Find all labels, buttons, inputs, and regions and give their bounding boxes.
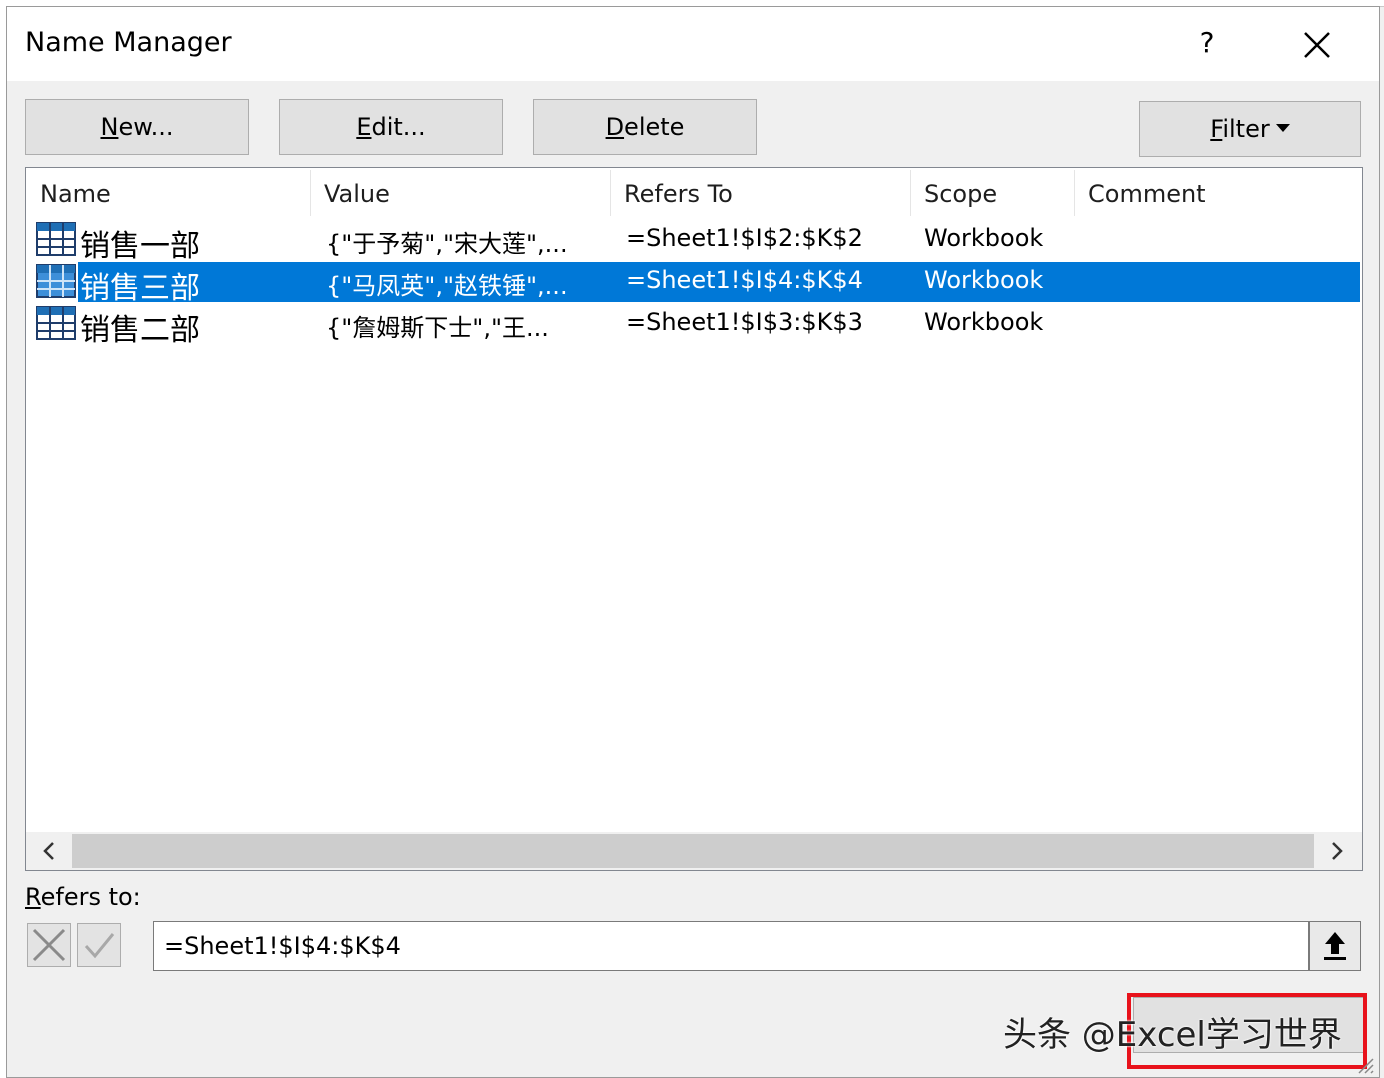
name-manager-dialog: Name Manager ? New... Edit... Delete Fil… xyxy=(6,6,1380,1078)
new-label: ew... xyxy=(118,113,174,141)
row-name: 销售三部 xyxy=(80,271,200,306)
edit-label: dit... xyxy=(371,113,426,141)
column-divider[interactable] xyxy=(610,170,611,216)
new-button[interactable]: New... xyxy=(25,99,249,155)
row-name: 销售二部 xyxy=(80,313,200,348)
table-name-icon xyxy=(36,264,76,298)
upload-arrow-icon xyxy=(1324,932,1346,960)
resize-grip-icon[interactable] xyxy=(1355,1055,1375,1075)
row-refers-to: =Sheet1!$I$3:$K$3 xyxy=(626,308,863,336)
row-name: 销售一部 xyxy=(80,229,200,264)
row-value: {"于予菊","宋大莲",... xyxy=(326,230,568,258)
refers-to-input[interactable]: =Sheet1!$I$4:$K$4 xyxy=(153,921,1309,971)
edit-mnemonic: E xyxy=(356,113,372,141)
row-value: {"詹姆斯下士","王... xyxy=(326,314,549,342)
column-header-refers-to[interactable]: Refers To xyxy=(624,180,733,208)
collapse-dialog-button[interactable] xyxy=(1309,921,1361,971)
column-divider[interactable] xyxy=(910,170,911,216)
filter-mnemonic: F xyxy=(1210,115,1223,143)
list-header: Name Value Refers To Scope Comment xyxy=(26,168,1362,218)
filter-label: ilter xyxy=(1222,115,1270,143)
scroll-right-icon[interactable] xyxy=(1322,836,1352,866)
scrollbar-thumb[interactable] xyxy=(72,834,1314,868)
table-row-selected[interactable]: 销售三部 {"马凤英","赵铁锤",... =Sheet1!$I$4:$K$4 … xyxy=(26,262,1360,306)
row-scope: Workbook xyxy=(924,308,1044,336)
table-name-icon xyxy=(36,306,76,340)
row-value: {"马凤英","赵铁锤",... xyxy=(326,272,568,300)
cancel-edit-button[interactable] xyxy=(27,923,71,967)
close-icon[interactable] xyxy=(1297,25,1337,65)
row-refers-to: =Sheet1!$I$4:$K$4 xyxy=(626,266,863,294)
help-button[interactable]: ? xyxy=(1189,23,1225,63)
column-divider[interactable] xyxy=(1074,170,1075,216)
title-bar: Name Manager ? xyxy=(7,7,1379,81)
column-header-name[interactable]: Name xyxy=(40,180,111,208)
column-divider[interactable] xyxy=(310,170,311,216)
delete-mnemonic: D xyxy=(605,113,625,141)
confirm-edit-button[interactable] xyxy=(77,923,121,967)
dropdown-caret-icon xyxy=(1275,124,1290,132)
dialog-title: Name Manager xyxy=(25,27,232,58)
scroll-left-icon[interactable] xyxy=(34,836,64,866)
watermark-text: 头条 @Excel学习世界 xyxy=(1003,1015,1342,1055)
column-header-scope[interactable]: Scope xyxy=(924,180,997,208)
refers-to-label: Refers to: xyxy=(25,883,141,911)
column-header-value[interactable]: Value xyxy=(324,180,390,208)
cancel-x-icon xyxy=(32,928,66,962)
row-scope: Workbook xyxy=(924,224,1044,252)
column-header-comment[interactable]: Comment xyxy=(1088,180,1206,208)
horizontal-scrollbar[interactable] xyxy=(26,832,1362,870)
names-list[interactable]: Name Value Refers To Scope Comment 销售一部 … xyxy=(25,167,1363,871)
filter-button[interactable]: Filter xyxy=(1139,101,1361,157)
refers-mnemonic: R xyxy=(25,883,41,911)
delete-button[interactable]: Delete xyxy=(533,99,757,155)
row-refers-to: =Sheet1!$I$2:$K$2 xyxy=(626,224,863,252)
table-name-icon xyxy=(36,222,76,256)
edit-button[interactable]: Edit... xyxy=(279,99,503,155)
new-mnemonic: N xyxy=(100,113,119,141)
checkmark-icon xyxy=(84,933,115,959)
table-row[interactable]: 销售二部 {"詹姆斯下士","王... =Sheet1!$I$3:$K$3 Wo… xyxy=(26,304,1360,348)
delete-label: elete xyxy=(624,113,685,141)
refers-label-text: efers to: xyxy=(40,883,141,911)
table-row[interactable]: 销售一部 {"于予菊","宋大莲",... =Sheet1!$I$2:$K$2 … xyxy=(26,220,1360,264)
row-scope: Workbook xyxy=(924,266,1044,294)
